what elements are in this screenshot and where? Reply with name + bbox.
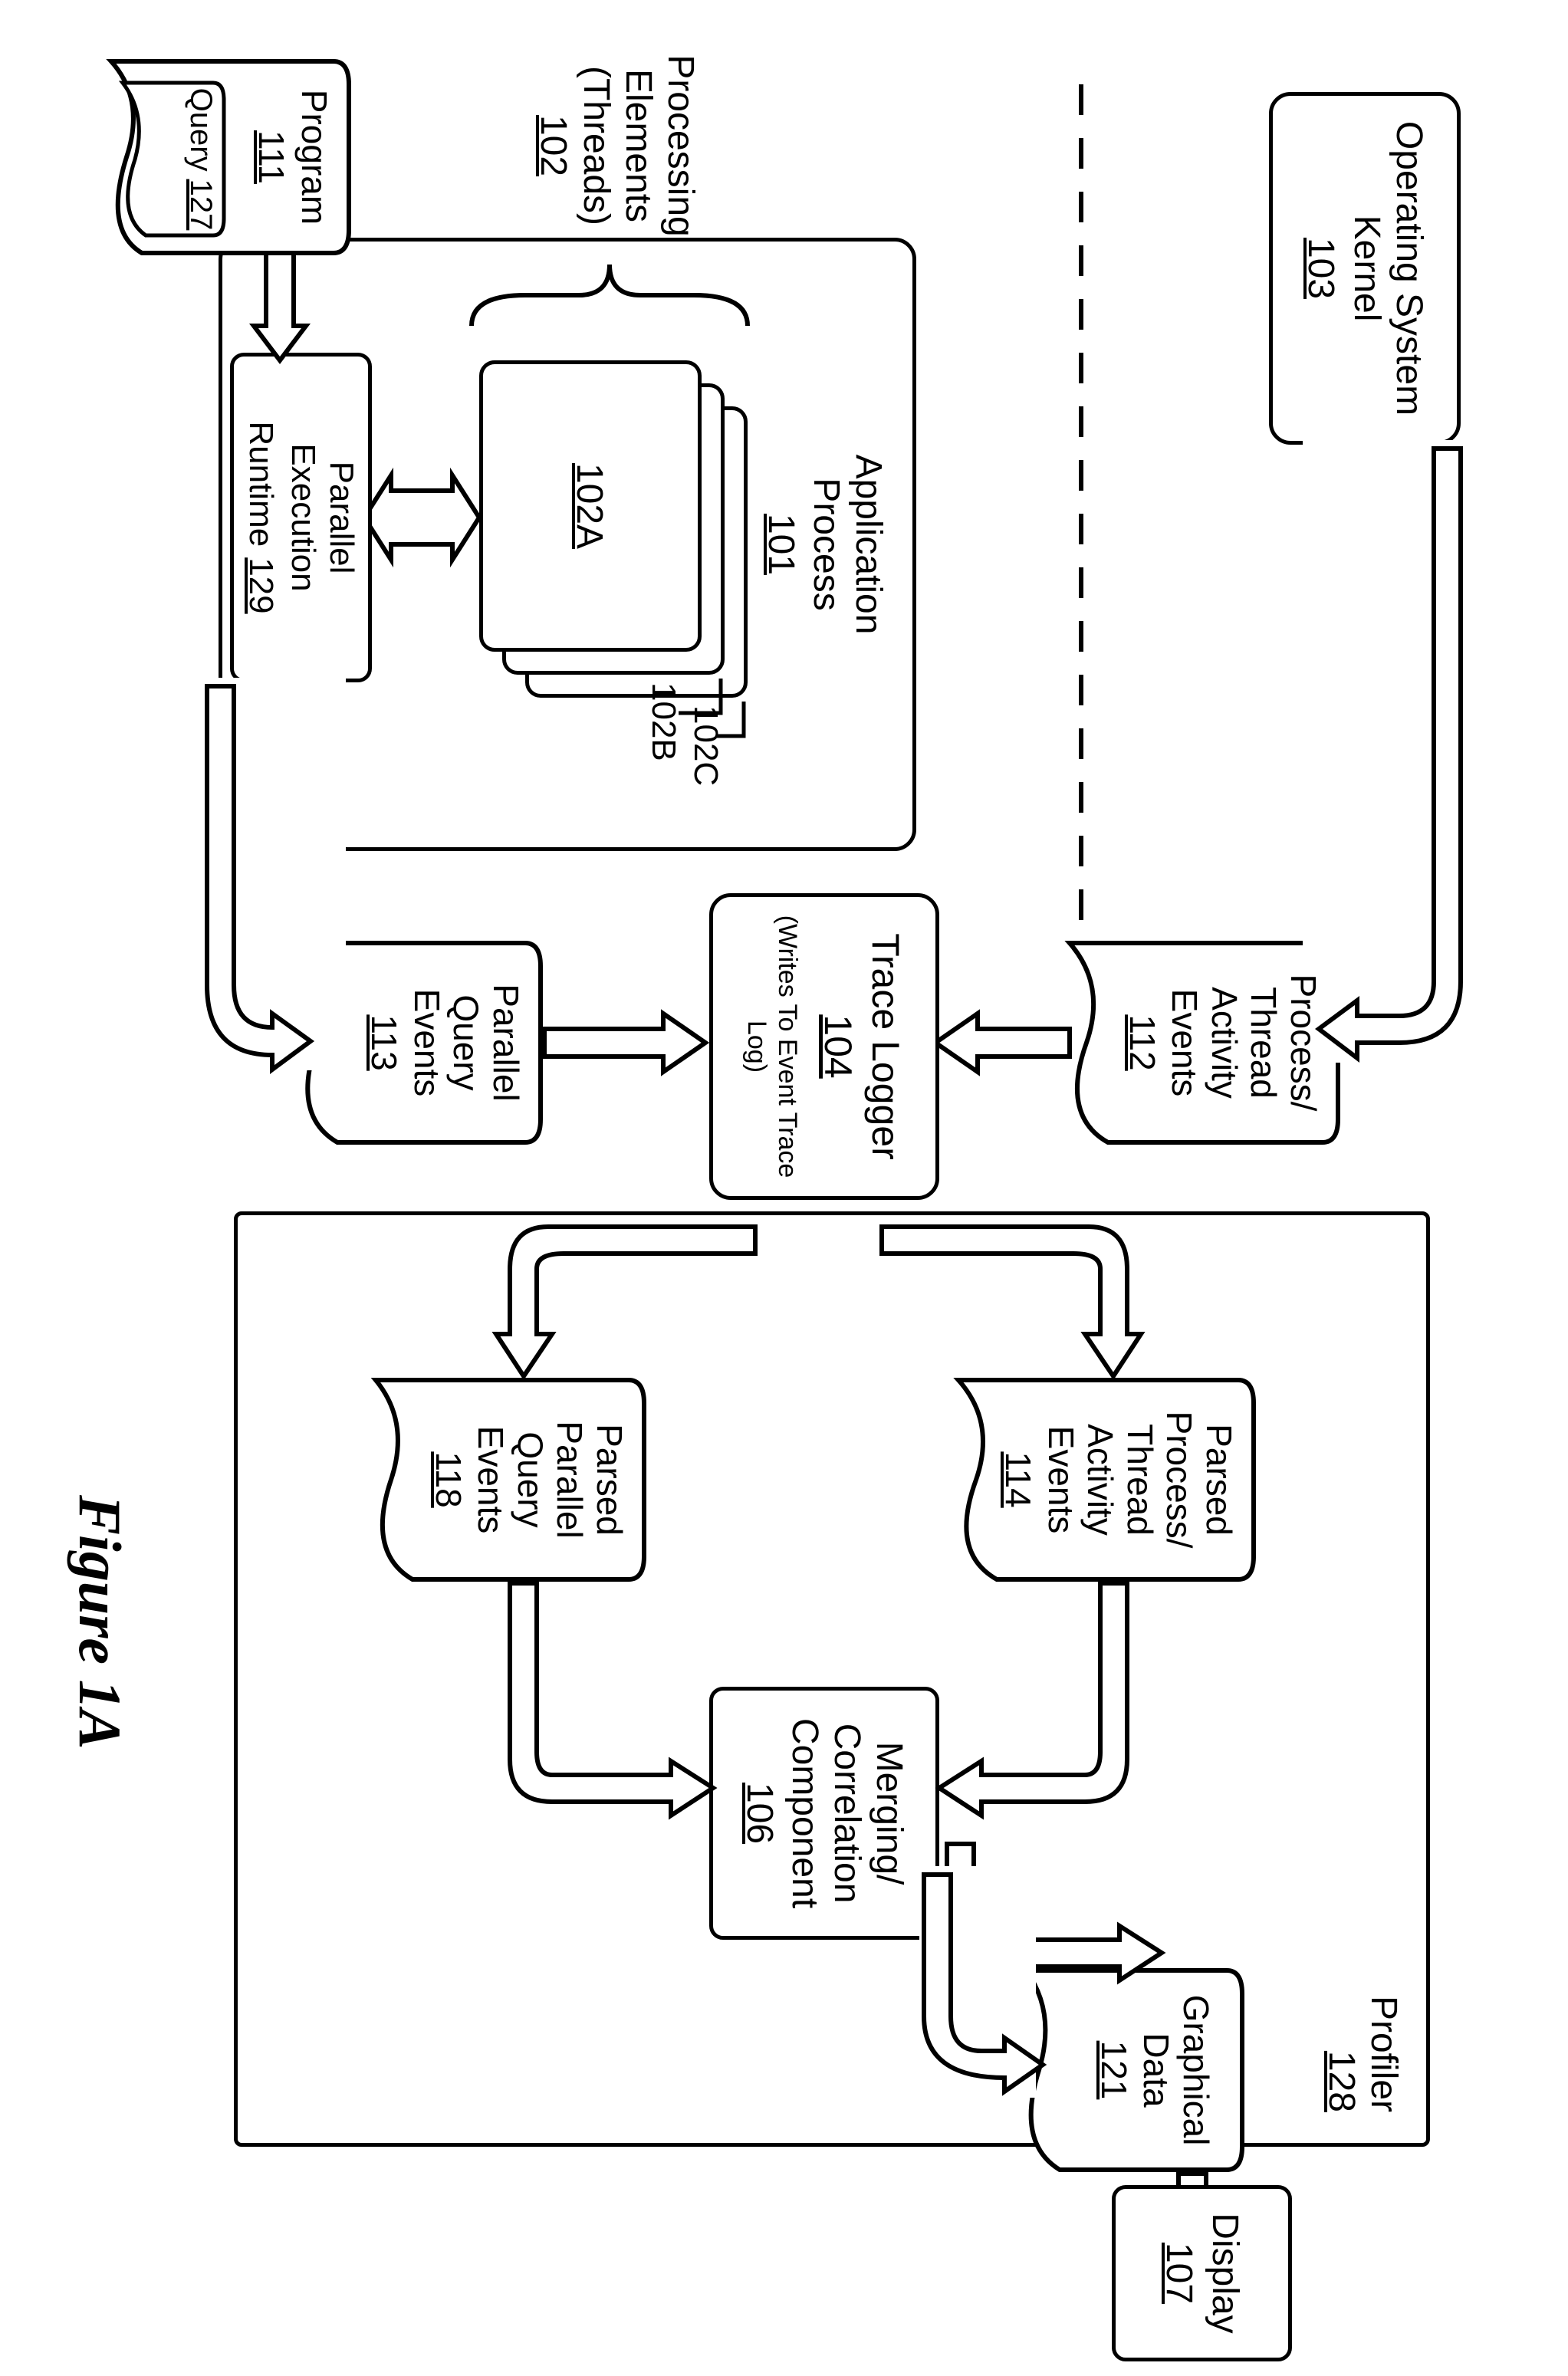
os-kernel-ref: 103 xyxy=(1300,238,1342,299)
trace-logger-box: Trace Logger 104 (Writes To Event Trace … xyxy=(709,893,939,1200)
mc-ref: 106 xyxy=(738,1783,781,1844)
logger-to-118-arrow xyxy=(495,1200,755,1384)
114-to-merge-arrow xyxy=(928,1583,1142,1836)
pqe-l3: Events xyxy=(407,989,447,1097)
thread-b-ref: 102B xyxy=(643,682,682,761)
profiler-ref: 128 xyxy=(1321,2051,1362,2112)
thread-c-ref: 102C xyxy=(685,705,725,786)
os-kernel-label2: Kernel xyxy=(1345,215,1387,322)
parallel-runtime-box: Parallel Execution Runtime 129 xyxy=(230,353,372,682)
pr-l2: Execution xyxy=(283,443,322,591)
gd-ref: 121 xyxy=(1093,1977,1133,2164)
logger-to-114-arrow xyxy=(882,1200,1142,1384)
pple-l2: Parallel xyxy=(550,1421,590,1538)
os-kernel-label1: Operating System xyxy=(1388,121,1430,416)
thread-a-box: 102A xyxy=(479,360,702,652)
dashed-divider xyxy=(1077,84,1085,928)
ppe-l2: Process/ xyxy=(1159,1411,1199,1549)
pte-l4: Events xyxy=(1165,989,1205,1097)
program-ref: 111 xyxy=(251,67,291,247)
parsed-parallel-events-doc: Parsed Parallel Query Events 118 xyxy=(368,1372,652,1587)
gd-l1: Graphical xyxy=(1176,1995,1216,2146)
118-to-merge-arrow xyxy=(495,1583,713,1836)
pqe-ref: 113 xyxy=(364,949,404,1136)
merging-component-box: Merging/ Correlation Component 106 xyxy=(709,1687,939,1940)
merge-to-data-arrow2 xyxy=(924,1871,1031,2093)
pple-l3: Query xyxy=(511,1431,551,1527)
display-ref: 107 xyxy=(1158,2243,1200,2304)
pqe-l1: Parallel xyxy=(486,984,526,1101)
gd-l2: Data xyxy=(1136,2033,1176,2107)
pte-l1: Process/ xyxy=(1284,974,1323,1112)
events-to-logger-arrow xyxy=(932,997,1070,1089)
curly-brace xyxy=(464,253,755,345)
ppe-l4: Activity xyxy=(1080,1424,1120,1536)
display-box: Display 107 xyxy=(1112,2185,1292,2361)
ppe-ref: 114 xyxy=(998,1386,1038,1573)
query-label: Query xyxy=(183,88,218,172)
runtime-to-pqe-arrow-clean xyxy=(203,682,341,1066)
profiler-box: Profiler 128 xyxy=(234,1211,1430,2147)
thread-a-ref: 102A xyxy=(567,463,610,549)
proc-thread-events-doc: Process/ Thread Activity Events 112 xyxy=(1062,935,1346,1150)
program-to-runtime-arrow xyxy=(249,253,311,360)
pe-l1: Processing xyxy=(660,54,701,236)
pe-l2: Elements xyxy=(618,69,659,222)
mc-l3: Component xyxy=(784,1718,826,1908)
ppe-l1: Parsed xyxy=(1199,1424,1239,1536)
tl-note: (Writes To Event Trace Log) xyxy=(741,902,801,1191)
threads-runtime-arrow xyxy=(364,475,479,560)
display-label: Display xyxy=(1204,2213,1246,2333)
app-process-ref: 101 xyxy=(759,514,801,575)
pe-ref: 102 xyxy=(532,31,574,261)
app-process-label2: Process xyxy=(805,478,847,610)
os-kernel-box: Operating System Kernel 103 xyxy=(1269,92,1461,445)
pte-ref: 112 xyxy=(1122,949,1162,1136)
pte-l3: Activity xyxy=(1205,987,1244,1099)
program-label: Program xyxy=(294,90,334,225)
pple-l1: Parsed xyxy=(590,1424,630,1536)
pr-ref: 129 xyxy=(242,557,281,613)
figure-caption: Figure 1A xyxy=(65,1495,134,1750)
app-process-label1: Application xyxy=(847,455,889,635)
tl-ref: 104 xyxy=(816,1014,860,1078)
diagram-stage: Operating System Kernel 103 Application … xyxy=(0,0,1568,2376)
processing-elements-label: Processing Elements (Threads) 102 xyxy=(532,31,702,261)
pqe-l2: Query xyxy=(446,994,486,1090)
pr-l3: Runtime xyxy=(242,421,281,547)
profiler-label: Profiler xyxy=(1363,1996,1404,2112)
mc-l2: Correlation xyxy=(826,1724,868,1904)
ppe-l5: Events xyxy=(1041,1426,1081,1534)
tl-label: Trace Logger xyxy=(863,933,907,1160)
mc-l1: Merging/ xyxy=(868,1742,910,1885)
pqe-to-logger-arrow xyxy=(544,997,705,1089)
parsed-process-events-doc: Parsed Process/ Thread Activity Events 1… xyxy=(951,1372,1261,1587)
query-ref: 127 xyxy=(183,179,218,231)
pr-l1: Parallel xyxy=(322,462,361,574)
pte-l2: Thread xyxy=(1244,987,1284,1099)
pple-ref: 118 xyxy=(428,1386,468,1573)
ppe-l3: Thread xyxy=(1120,1424,1160,1536)
query-doc: Query 127 xyxy=(119,77,230,242)
pe-l3: (Threads) xyxy=(576,66,616,225)
pple-l4: Events xyxy=(471,1426,511,1534)
